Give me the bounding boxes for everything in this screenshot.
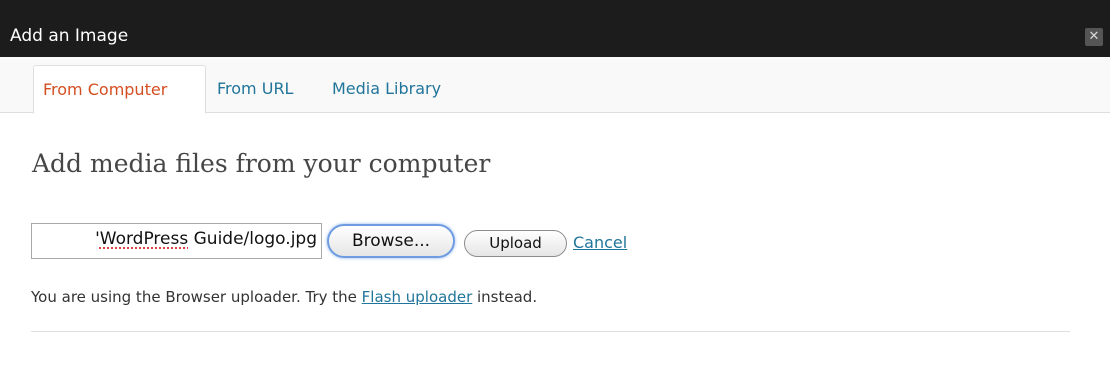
page-heading: Add media files from your computer: [32, 149, 491, 178]
tab-from-url[interactable]: From URL: [217, 65, 293, 114]
browse-button[interactable]: Browse...: [327, 224, 455, 258]
divider: [31, 331, 1070, 332]
tab-from-computer[interactable]: From Computer: [33, 65, 206, 114]
uploader-info-text: You are using the Browser uploader. Try …: [31, 288, 537, 306]
file-path-value: 'WordPress Guide/logo.jpg: [95, 229, 317, 249]
flash-uploader-link[interactable]: Flash uploader: [362, 288, 473, 306]
dialog-title: Add an Image: [10, 26, 129, 46]
dialog-title-bar: Add an Image ✕: [0, 0, 1110, 57]
uploader-info-before: You are using the Browser uploader. Try …: [31, 288, 362, 306]
cancel-link[interactable]: Cancel: [573, 233, 627, 252]
file-path-misspelled-word: WordPress: [99, 229, 189, 249]
file-path-input[interactable]: 'WordPress Guide/logo.jpg: [31, 223, 322, 259]
close-icon[interactable]: ✕: [1085, 28, 1103, 46]
upload-button[interactable]: Upload: [464, 230, 567, 257]
tab-media-library[interactable]: Media Library: [332, 65, 441, 114]
file-path-suffix: Guide/logo.jpg: [188, 229, 317, 249]
uploader-info-after: instead.: [472, 288, 538, 306]
tab-bar: From Computer From URL Media Library: [0, 57, 1110, 114]
